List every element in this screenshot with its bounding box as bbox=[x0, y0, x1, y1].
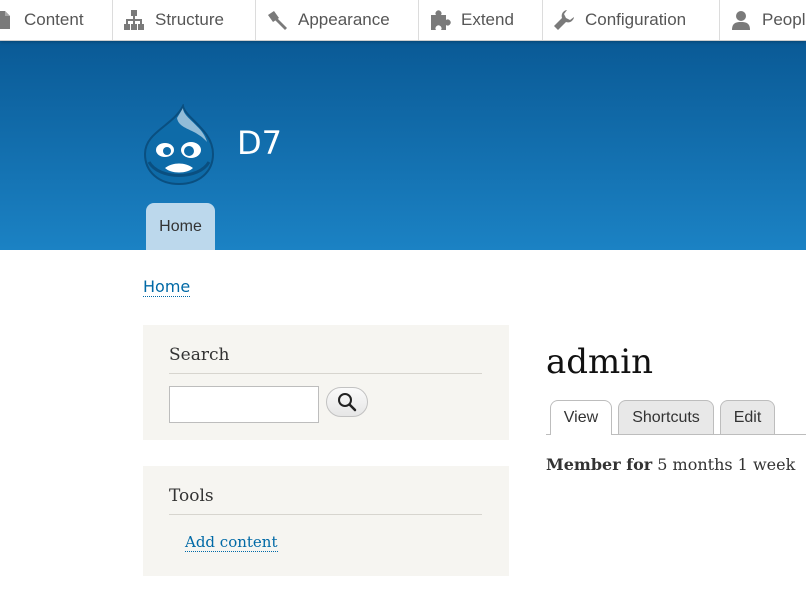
tools-block: Tools Add content bbox=[143, 466, 509, 576]
search-button[interactable] bbox=[326, 387, 368, 417]
sitemap-icon bbox=[124, 10, 144, 30]
toolbar-item-content[interactable]: Content bbox=[0, 0, 113, 40]
tab-view[interactable]: View bbox=[550, 400, 612, 435]
toolbar-label-appearance: Appearance bbox=[298, 10, 390, 29]
paint-icon bbox=[268, 11, 287, 30]
page-icon bbox=[0, 11, 10, 29]
toolbar-label-structure: Structure bbox=[155, 10, 224, 29]
site-name[interactable]: D7 bbox=[237, 124, 282, 162]
toolbar-label-configuration: Configuration bbox=[585, 10, 687, 29]
member-for-text: Member for 5 months 1 week bbox=[546, 455, 795, 474]
person-icon bbox=[732, 11, 750, 30]
toolbar-item-extend[interactable]: Extend bbox=[419, 0, 543, 40]
tab-shortcuts[interactable]: Shortcuts bbox=[618, 400, 714, 434]
toolbar-item-structure[interactable]: Structure bbox=[113, 0, 256, 40]
search-input[interactable] bbox=[169, 386, 319, 423]
tools-block-title: Tools bbox=[169, 486, 214, 506]
site-header bbox=[0, 41, 806, 250]
toolbar-label-extend: Extend bbox=[461, 10, 514, 29]
toolbar-label-content: Content bbox=[24, 10, 84, 29]
magnifier-icon bbox=[338, 393, 357, 412]
add-content-link[interactable]: Add content bbox=[185, 534, 278, 552]
wrench-icon bbox=[554, 10, 574, 30]
member-for-label: Member for bbox=[546, 455, 653, 474]
admin-toolbar: Content Structure Appearance Extend Conf… bbox=[0, 0, 806, 41]
drupal-logo[interactable] bbox=[143, 104, 215, 186]
member-for-value: 5 months 1 week bbox=[657, 455, 796, 474]
tab-edit[interactable]: Edit bbox=[720, 400, 775, 434]
breadcrumb-home-link[interactable]: Home bbox=[143, 278, 191, 297]
toolbar-label-people: People bbox=[762, 10, 806, 29]
puzzle-icon bbox=[431, 10, 451, 31]
page-title: admin bbox=[546, 342, 654, 382]
toolbar-item-configuration[interactable]: Configuration bbox=[543, 0, 720, 40]
block-divider bbox=[169, 514, 482, 515]
block-divider bbox=[169, 373, 482, 374]
search-block-title: Search bbox=[169, 345, 230, 365]
toolbar-item-people[interactable]: People bbox=[720, 0, 806, 40]
toolbar-item-appearance[interactable]: Appearance bbox=[256, 0, 419, 40]
search-block: Search bbox=[143, 325, 509, 440]
main-nav-home-tab[interactable]: Home bbox=[146, 203, 215, 250]
